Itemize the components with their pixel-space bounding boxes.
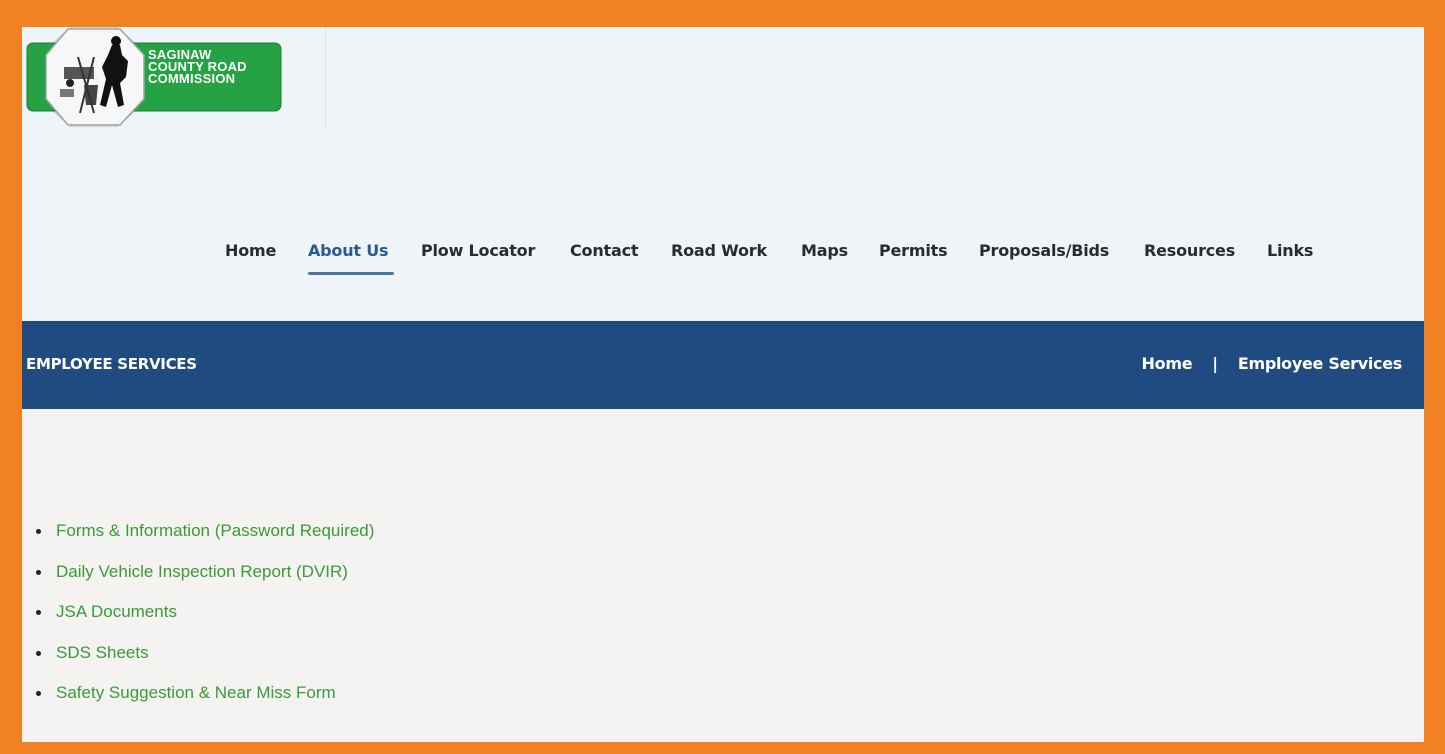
nav-item-permits[interactable]: Permits	[879, 241, 948, 260]
list-item: Safety Suggestion & Near Miss Form	[36, 683, 374, 724]
bullet-icon	[36, 569, 41, 575]
breadcrumb: Home | Employee Services	[1142, 354, 1403, 373]
nav-item-plow-locator[interactable]: Plow Locator	[421, 241, 535, 260]
link-dvir[interactable]: Daily Vehicle Inspection Report (DVIR)	[56, 562, 348, 581]
nav-item-links[interactable]: Links	[1267, 241, 1313, 260]
list-item: JSA Documents	[36, 602, 374, 643]
header-divider	[325, 27, 326, 131]
bullet-icon	[36, 650, 41, 656]
list-item: Daily Vehicle Inspection Report (DVIR)	[36, 562, 374, 603]
nav-item-contact[interactable]: Contact	[570, 241, 639, 260]
nav-item-proposals-bids[interactable]: Proposals/Bids	[979, 241, 1109, 260]
link-safety-suggestion[interactable]: Safety Suggestion & Near Miss Form	[56, 683, 336, 702]
page-title: EMPLOYEE SERVICES	[26, 355, 197, 373]
bullet-icon	[36, 691, 41, 696]
link-forms-information[interactable]: Forms & Information (Password Required)	[56, 521, 374, 540]
nav-item-about-us[interactable]: About Us	[308, 241, 389, 260]
breadcrumb-separator: |	[1212, 354, 1218, 373]
bullet-icon	[36, 610, 41, 615]
site-header: SAGINAW COUNTY ROAD COMMISSION Home Abou…	[22, 27, 1424, 321]
list-item: SDS Sheets	[36, 643, 374, 684]
page-title-bar: EMPLOYEE SERVICES Home | Employee Services	[22, 321, 1424, 409]
nav-active-underline	[308, 272, 394, 275]
link-jsa-documents[interactable]: JSA Documents	[56, 602, 177, 621]
breadcrumb-home[interactable]: Home	[1142, 354, 1193, 373]
nav-item-road-work[interactable]: Road Work	[671, 241, 767, 260]
list-item: Forms & Information (Password Required)	[36, 521, 374, 562]
bullet-icon	[36, 529, 41, 534]
nav-item-home[interactable]: Home	[225, 241, 276, 260]
logo-text: SAGINAW COUNTY ROAD COMMISSION	[148, 48, 247, 86]
breadcrumb-current: Employee Services	[1237, 354, 1402, 373]
nav-item-maps[interactable]: Maps	[801, 241, 848, 260]
employee-links-list: Forms & Information (Password Required) …	[36, 521, 374, 724]
main-nav: Home About Us Plow Locator Contact Road …	[22, 241, 1424, 281]
nav-item-resources[interactable]: Resources	[1144, 241, 1235, 260]
link-sds-sheets[interactable]: SDS Sheets	[56, 643, 149, 662]
logo[interactable]: SAGINAW COUNTY ROAD COMMISSION	[24, 27, 284, 127]
page: SAGINAW COUNTY ROAD COMMISSION Home Abou…	[22, 27, 1424, 742]
logo-line-3: COMMISSION	[148, 71, 236, 86]
